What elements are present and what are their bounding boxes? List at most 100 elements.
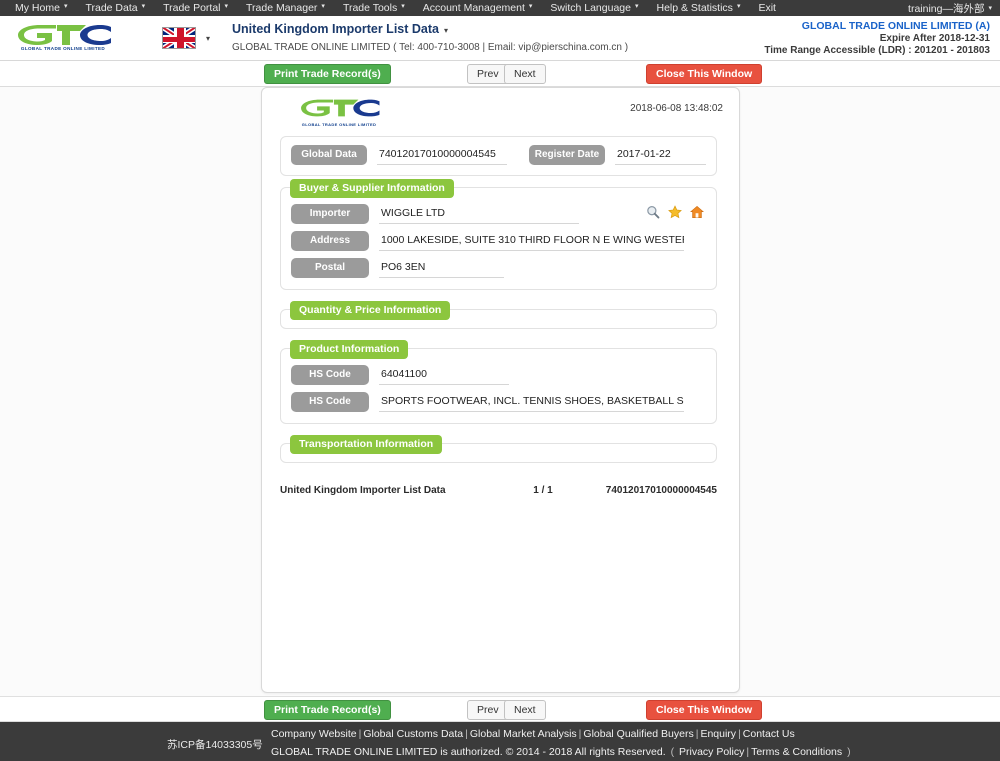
chevron-down-icon: ▾ [321, 3, 325, 11]
record-timestamp: 2018-06-08 13:48:02 [630, 103, 723, 114]
footer-link-global-customs-data[interactable]: Global Customs Data [363, 728, 463, 740]
footer-link-terms-conditions[interactable]: Terms & Conditions [751, 746, 842, 758]
address-label: Address [291, 231, 369, 251]
section-title-transportation: Transportation Information [290, 435, 443, 454]
nav-item-trade-data[interactable]: Trade Data ▾ [76, 0, 154, 16]
footer-link-global-market-analysis[interactable]: Global Market Analysis [470, 728, 577, 740]
page-title[interactable]: United Kingdom Importer List Data ▾ [232, 22, 628, 38]
nav-item-help-statistics-label: Help & Statistics [656, 1, 733, 14]
record-id: 74012017010000004545 [605, 485, 717, 496]
footer-link-enquiry[interactable]: Enquiry [700, 728, 736, 740]
nav-item-switch-language[interactable]: Switch Language ▾ [541, 0, 647, 16]
footer-link-contact-us[interactable]: Contact Us [743, 728, 795, 740]
section-product-information: Product Information HS Code 64041100 HS … [280, 340, 717, 424]
nav-item-switch-language-label: Switch Language [550, 1, 631, 14]
page-body: GLOBAL TRADE ONLINE LIMITED 2018-06-08 1… [0, 87, 1000, 696]
footer-separator: | [465, 728, 468, 740]
page-header: GLOBAL TRADE ONLINE LIMITED ▾ United Kin… [0, 16, 1000, 61]
close-window-button-bottom[interactable]: Close This Window [646, 700, 763, 720]
home-icon[interactable] [689, 205, 705, 219]
chevron-down-icon: ▾ [528, 3, 533, 11]
global-data-value: 74012017010000004545 [377, 146, 507, 165]
print-trade-records-button-top[interactable]: Print Trade Record(s) [264, 64, 391, 84]
nav-item-trade-data-label: Trade Data [85, 1, 138, 14]
account-name: GLOBAL TRADE ONLINE LIMITED (A) [801, 20, 990, 32]
footer-link-company-website[interactable]: Company Website [271, 728, 357, 740]
nav-item-trade-tools[interactable]: Trade Tools ▾ [334, 0, 414, 16]
nav-item-exit[interactable]: Exit [749, 0, 785, 16]
footer-legal-open-paren: ( [670, 746, 675, 758]
section-title-product: Product Information [290, 340, 409, 359]
nav-item-trade-manager-label: Trade Manager [246, 1, 318, 14]
nav-item-trade-manager[interactable]: Trade Manager ▾ [237, 0, 334, 16]
nav-item-my-home-label: My Home [15, 1, 60, 14]
country-flag-selector[interactable]: ▾ [162, 27, 210, 49]
field-row-hs-code-description: HS Code SPORTS FOOTWEAR, INCL. TENNIS SH… [291, 392, 706, 412]
gtc-logo-svg [18, 25, 111, 45]
page-title-text: United Kingdom Importer List Data [232, 22, 439, 36]
importer-label: Importer [291, 204, 369, 224]
section-quantity-price-information: Quantity & Price Information [280, 301, 717, 329]
postal-value: PO6 3EN [379, 259, 504, 278]
toolbar-bottom: Print Trade Record(s) Prev Next Close Th… [0, 696, 1000, 722]
search-icon[interactable] [646, 205, 660, 219]
next-button-bottom[interactable]: Next [504, 700, 546, 720]
page-title-block: United Kingdom Importer List Data ▾ GLOBA… [232, 22, 628, 54]
account-time-range: Time Range Accessible (LDR) : 201201 - 2… [764, 45, 990, 56]
account-info-block: GLOBAL TRADE ONLINE LIMITED (A) Expire A… [764, 20, 990, 58]
register-date-label: Register Date [529, 145, 605, 165]
close-window-button-top[interactable]: Close This Window [646, 64, 763, 84]
field-row-hs-code: HS Code 64041100 [291, 365, 706, 385]
chevron-down-icon: ▾ [63, 3, 68, 11]
nav-item-my-home[interactable]: My Home ▾ [6, 0, 76, 16]
record-gtc-logo-svg [301, 99, 380, 117]
print-trade-records-button-bottom[interactable]: Print Trade Record(s) [264, 700, 391, 720]
brand-logo[interactable]: GLOBAL TRADE ONLINE LIMITED [12, 22, 132, 54]
prev-button-top[interactable]: Prev [467, 64, 509, 84]
record-gtc-logo-subtitle: GLOBAL TRADE ONLINE LIMITED [301, 122, 377, 127]
postal-label: Postal [291, 258, 369, 278]
account-expire: Expire After 2018-12-31 [879, 32, 990, 44]
nav-item-trade-portal[interactable]: Trade Portal ▾ [154, 0, 237, 16]
gtc-logo-icon: GLOBAL TRADE ONLINE LIMITED [12, 22, 114, 54]
uk-flag-icon [162, 27, 196, 49]
record-footer-line: United Kingdom Importer List Data 1 / 1 … [280, 485, 717, 496]
record-page-indicator: 1 / 1 [533, 485, 553, 496]
nav-item-account-management[interactable]: Account Management ▾ [414, 0, 542, 16]
hs-code-label: HS Code [291, 365, 369, 385]
nav-item-help-statistics[interactable]: Help & Statistics ▾ [647, 0, 749, 16]
user-account-menu[interactable]: training—海外部 ▾ [908, 1, 992, 16]
chevron-down-icon: ▾ [141, 3, 146, 11]
record-card-header: GLOBAL TRADE ONLINE LIMITED 2018-06-08 1… [262, 88, 739, 136]
section-buyer-supplier-information: Buyer & Supplier Information Importer WI… [280, 179, 717, 290]
footer-link-global-qualified-buyers[interactable]: Global Qualified Buyers [583, 728, 693, 740]
user-account-label: training—海外部 [908, 2, 985, 15]
nav-item-account-management-label: Account Management [422, 1, 525, 14]
footer-copyright-text: GLOBAL TRADE ONLINE LIMITED is authorize… [271, 746, 666, 758]
nav-item-trade-tools-label: Trade Tools [342, 1, 398, 14]
section-title-quantity-price: Quantity & Price Information [290, 301, 451, 320]
address-value: 1000 LAKESIDE, SUITE 310 THIRD FLOOR N E… [379, 232, 684, 251]
nav-item-trade-portal-label: Trade Portal [163, 1, 221, 14]
record-gtc-logo-icon: GLOBAL TRADE ONLINE LIMITED [296, 97, 382, 127]
hs-code-description-label: HS Code [291, 392, 369, 412]
global-data-label: Global Data [291, 145, 367, 165]
prev-button-bottom[interactable]: Prev [467, 700, 509, 720]
nav-item-exit-label: Exit [758, 2, 776, 14]
chevron-down-icon: ▾ [224, 3, 229, 11]
field-row-postal: Postal PO6 3EN [291, 258, 706, 278]
footer-separator: | [738, 728, 741, 740]
star-icon[interactable] [668, 205, 682, 219]
footer-legal-close-paren: ) [847, 746, 851, 758]
footer-links-row: Company Website | Global Customs Data | Glob… [271, 728, 795, 740]
next-button-top[interactable]: Next [504, 64, 546, 84]
chevron-down-icon: ▾ [634, 3, 639, 11]
chevron-down-icon: ▾ [736, 3, 741, 11]
footer-copyright-row: GLOBAL TRADE ONLINE LIMITED is authorize… [271, 746, 853, 758]
icp-license: 苏ICP备14033305号 [167, 739, 263, 751]
section-title-buyer-supplier: Buyer & Supplier Information [290, 179, 454, 198]
field-row-importer: Importer WIGGLE LTD [291, 204, 706, 224]
footer-link-privacy-policy[interactable]: Privacy Policy [679, 746, 744, 758]
chevron-down-icon: ▾ [206, 33, 211, 43]
importer-action-icons [646, 205, 705, 219]
